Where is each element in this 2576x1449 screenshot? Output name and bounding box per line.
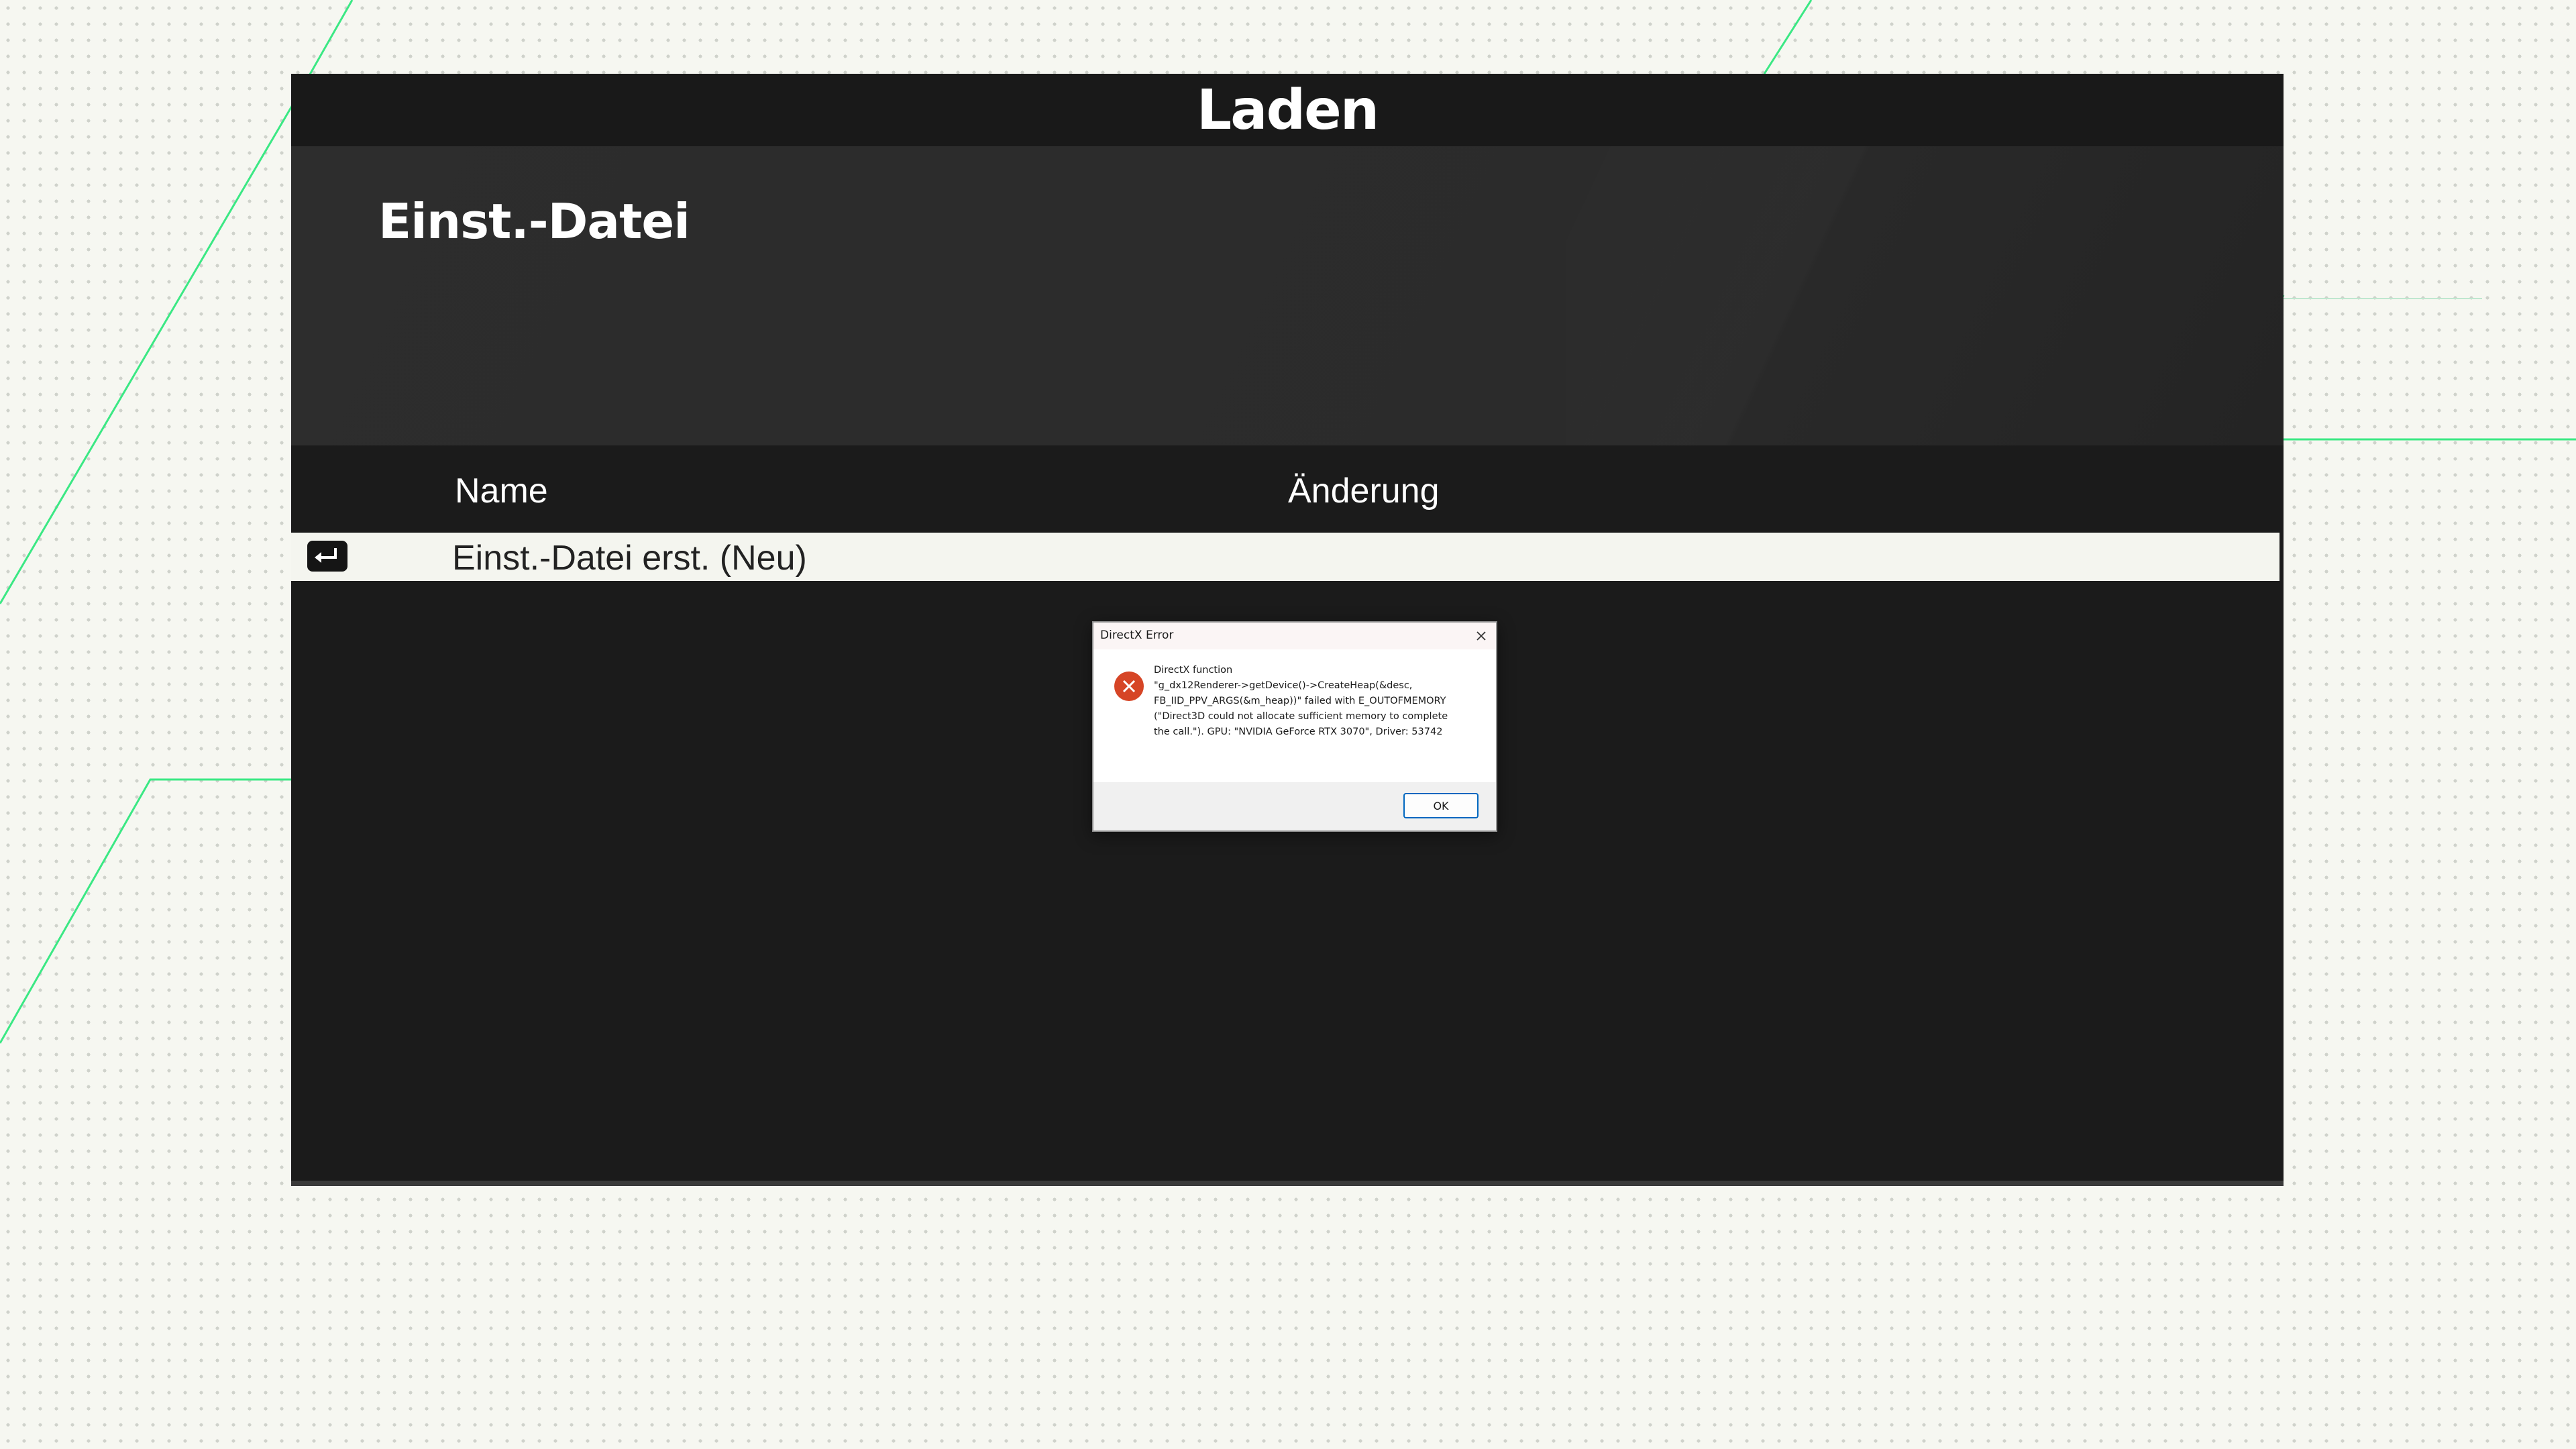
window-title: Laden <box>1196 78 1379 142</box>
dialog-message-line: DirectX function <box>1154 665 1233 676</box>
header-stripe <box>1566 146 2169 445</box>
dialog-message-line: "g_dx12Renderer->getDevice()->CreateHeap… <box>1154 680 1413 691</box>
directx-error-dialog: DirectX Error DirectX function "g_dx12Re… <box>1092 621 1497 832</box>
dialog-titlebar: DirectX Error <box>1093 623 1496 649</box>
list-item-label: Einst.-Datei erst. (Neu) <box>452 539 807 578</box>
enter-key-icon <box>307 541 347 572</box>
dialog-message: DirectX function "g_dx12Renderer->getDev… <box>1154 663 1483 740</box>
header-panel: Einst.-Datei <box>291 146 2284 445</box>
ok-button[interactable]: OK <box>1403 793 1479 818</box>
section-title: Einst.-Datei <box>378 193 690 250</box>
column-header-change: Änderung <box>1288 472 1440 511</box>
close-icon[interactable] <box>1472 627 1491 645</box>
list-item-create-settings-file[interactable]: Einst.-Datei erst. (Neu) <box>291 533 2279 581</box>
dialog-footer: OK <box>1093 782 1496 830</box>
dialog-message-line: ("Direct3D could not allocate sufficient… <box>1154 711 1448 722</box>
dialog-title: DirectX Error <box>1100 629 1174 642</box>
dialog-body: DirectX function "g_dx12Renderer->getDev… <box>1093 649 1496 737</box>
title-bar: Laden <box>291 74 2284 146</box>
column-header-name: Name <box>455 472 548 511</box>
column-headers: Name Änderung <box>291 445 2284 533</box>
error-icon <box>1114 671 1144 702</box>
dialog-message-line: FB_IID_PPV_ARGS(&m_heap))" failed with E… <box>1154 696 1446 706</box>
dialog-message-line: the call."). GPU: "NVIDIA GeForce RTX 30… <box>1154 727 1443 737</box>
